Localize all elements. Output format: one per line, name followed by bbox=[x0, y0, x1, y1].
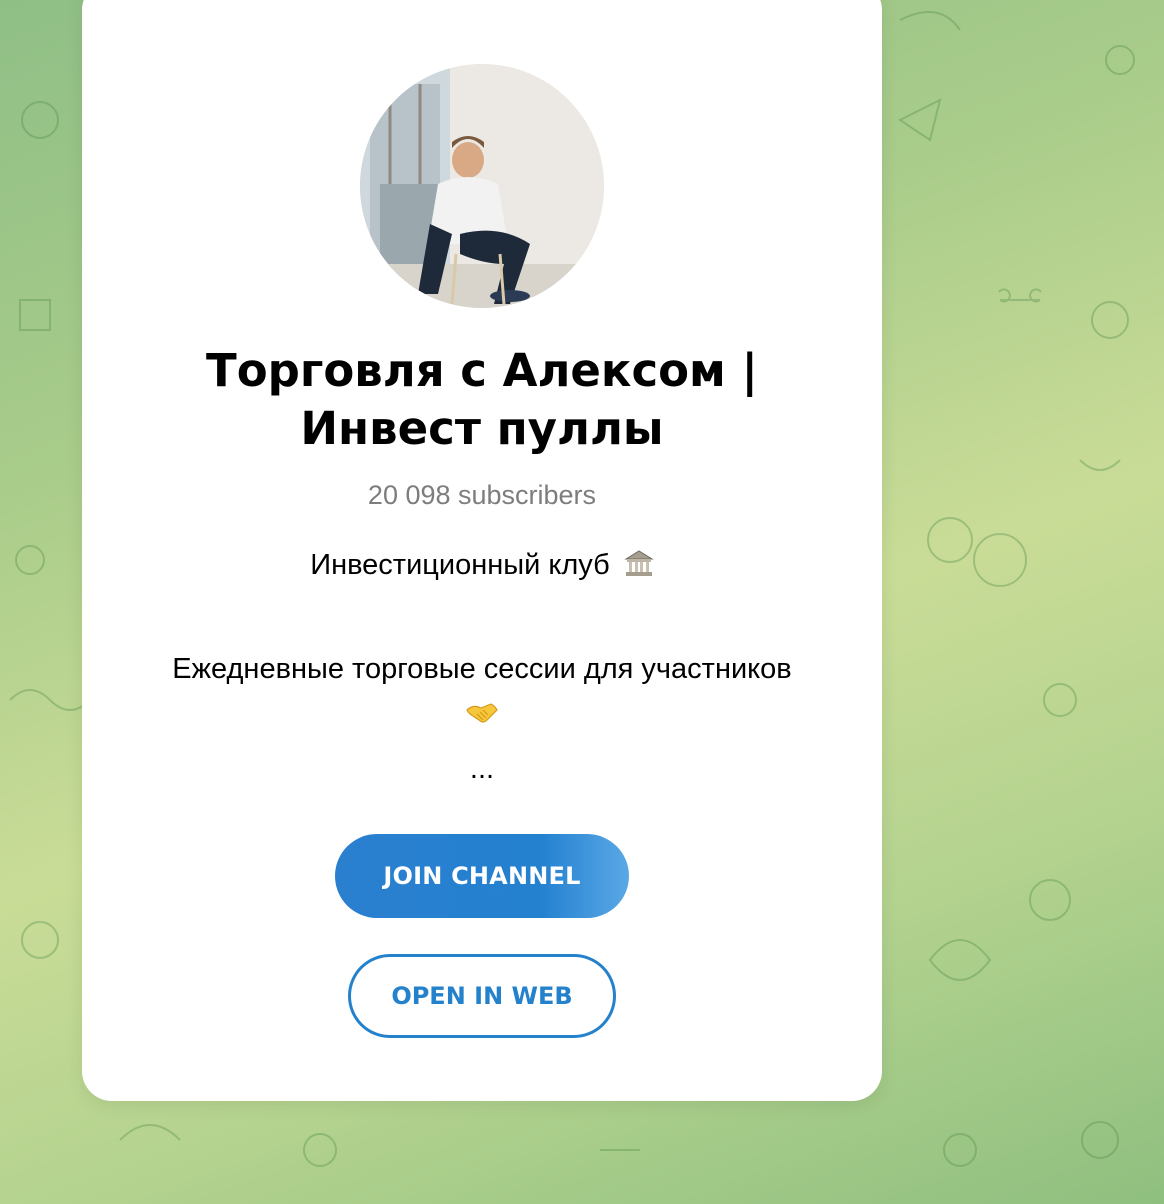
bank-building-emoji-icon bbox=[624, 544, 654, 594]
open-in-web-button[interactable]: OPEN IN WEB bbox=[348, 954, 616, 1038]
channel-card: Торговля с Алексом | Инвест пуллы 20 098… bbox=[82, 0, 882, 1101]
description-line-1: Инвестиционный клуб bbox=[122, 540, 842, 594]
join-channel-button[interactable]: JOIN CHANNEL bbox=[335, 834, 629, 918]
channel-title: Торговля с Алексом | Инвест пуллы bbox=[206, 344, 758, 455]
description-line-2: Ежедневные торговые сессии для участнико… bbox=[172, 653, 792, 685]
subscriber-count: 20 098 subscribers bbox=[367, 480, 597, 510]
description-line-1-text: Инвестиционный клуб bbox=[310, 549, 610, 581]
avatar-photo bbox=[360, 64, 604, 308]
channel-description: Инвестиционный клуб Ежедневные торговые … bbox=[122, 540, 842, 794]
handshake-emoji-icon bbox=[465, 703, 499, 735]
description-more: ... bbox=[469, 753, 495, 785]
channel-avatar bbox=[360, 64, 604, 308]
description-line-2-emoji bbox=[122, 694, 842, 744]
